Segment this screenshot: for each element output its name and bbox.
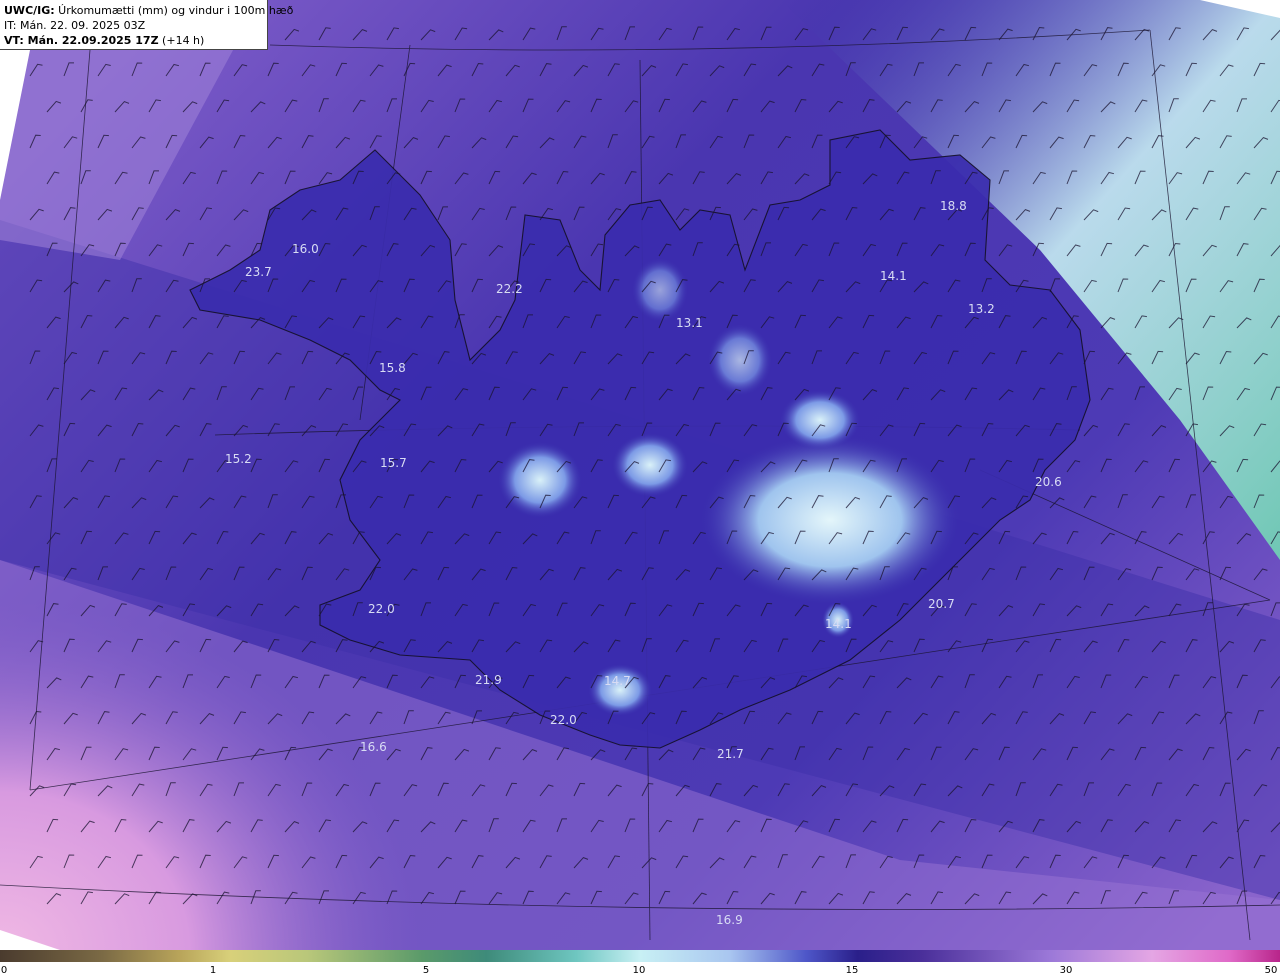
- colorbar-tick: 50: [1264, 965, 1278, 976]
- value-label: 14.1: [880, 269, 907, 283]
- product-prefix: UWC/IG:: [4, 4, 55, 17]
- map-header: UWC/IG: Úrkomumætti (mm) og vindur i 100…: [0, 0, 293, 50]
- product-description: Úrkomumætti (mm) og vindur i 100m hæð: [54, 4, 294, 17]
- colorbar-tick: 5: [422, 965, 430, 976]
- value-label: 13.2: [968, 302, 995, 316]
- precip-colorbar: [0, 950, 1280, 962]
- valid-time-line: VT: Mán. 22.09.2025 17Z (+14 h): [4, 33, 263, 48]
- colorbar-tick: 0: [0, 965, 8, 976]
- value-label: 16.0: [292, 242, 319, 256]
- valid-time: VT: Mán. 22.09.2025 17Z: [4, 34, 159, 47]
- colorbar-labels: 0 1 5 10 15 30 50: [0, 962, 1280, 978]
- value-label: 22.2: [496, 282, 523, 296]
- product-line: UWC/IG: Úrkomumætti (mm) og vindur i 100…: [4, 3, 293, 18]
- precipitation-map: 16.0 23.7 22.2 18.8 14.1 13.2 13.1 15.8 …: [0, 0, 1280, 950]
- value-label: 15.2: [225, 452, 252, 466]
- value-label: 15.8: [379, 361, 406, 375]
- value-label: 14.1: [825, 617, 852, 631]
- colorbar-tick: 10: [632, 965, 646, 976]
- value-label: 23.7: [245, 265, 272, 279]
- value-label: 22.0: [550, 713, 577, 727]
- value-label: 20.7: [928, 597, 955, 611]
- colorbar-tick: 1: [209, 965, 217, 976]
- value-label: 13.1: [676, 316, 703, 330]
- value-label: 18.8: [940, 199, 967, 213]
- forecast-map-view: 16.0 23.7 22.2 18.8 14.1 13.2 13.1 15.8 …: [0, 0, 1280, 978]
- value-label: 16.9: [716, 913, 743, 927]
- issue-time: IT: Mán. 22. 09. 2025 03Z: [4, 19, 146, 32]
- value-label: 15.7: [380, 456, 407, 470]
- colorbar-tick: 30: [1059, 965, 1073, 976]
- value-label: 22.0: [368, 602, 395, 616]
- value-label: 20.6: [1035, 475, 1062, 489]
- colorbar-tick: 15: [845, 965, 859, 976]
- value-label: 21.7: [717, 747, 744, 761]
- value-label: 21.9: [475, 673, 502, 687]
- lead-time: (+14 h): [158, 34, 205, 47]
- value-label: 16.6: [360, 740, 387, 754]
- value-label: 14.7: [604, 674, 631, 688]
